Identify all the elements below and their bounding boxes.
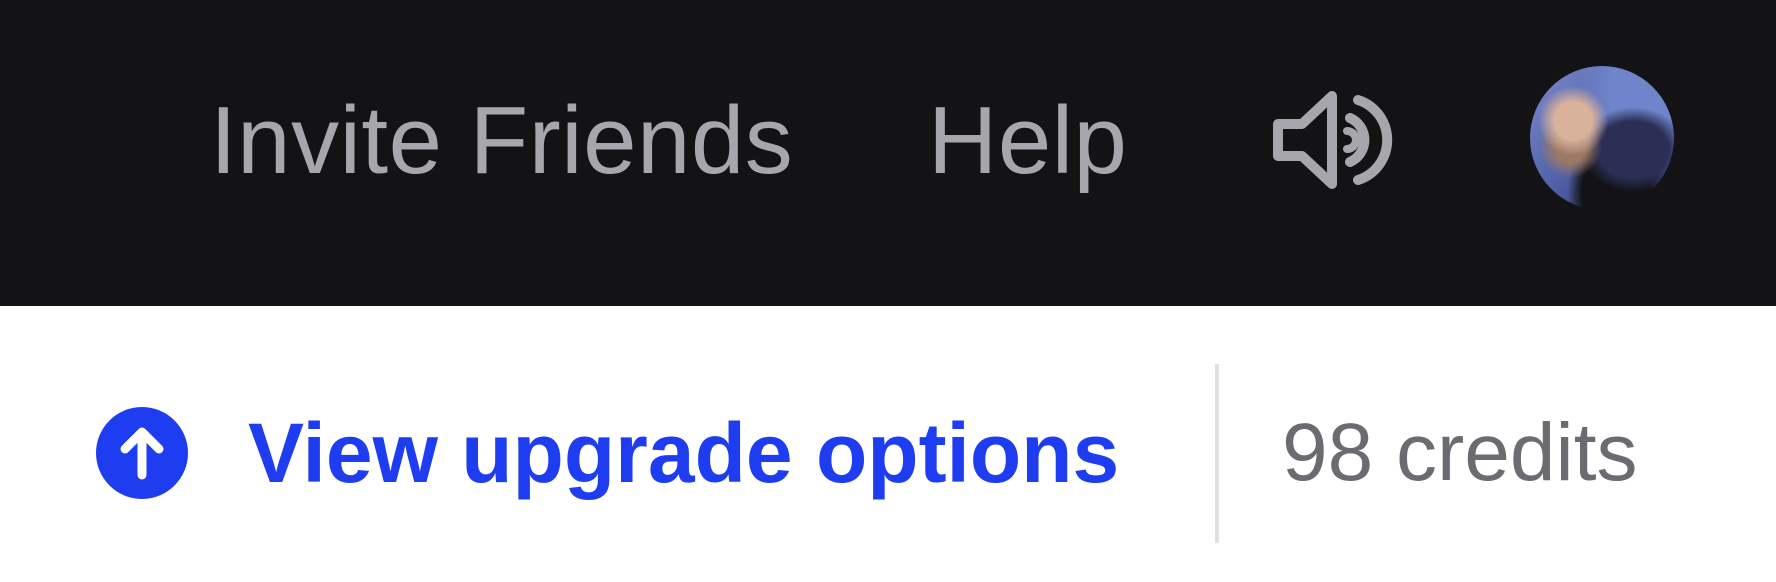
sound-toggle-button[interactable]: [1268, 82, 1396, 198]
invite-friends-link[interactable]: Invite Friends: [210, 86, 793, 196]
arrow-up-circle-icon: [96, 407, 188, 499]
vertical-divider: [1215, 364, 1219, 543]
speaker-icon: [1273, 91, 1393, 189]
view-upgrade-options-label: View upgrade options: [248, 406, 1120, 500]
credits-count: 98 credits: [1282, 407, 1638, 498]
user-avatar[interactable]: [1530, 66, 1674, 210]
top-header: Invite Friends Help: [0, 0, 1776, 306]
help-link[interactable]: Help: [928, 86, 1127, 196]
